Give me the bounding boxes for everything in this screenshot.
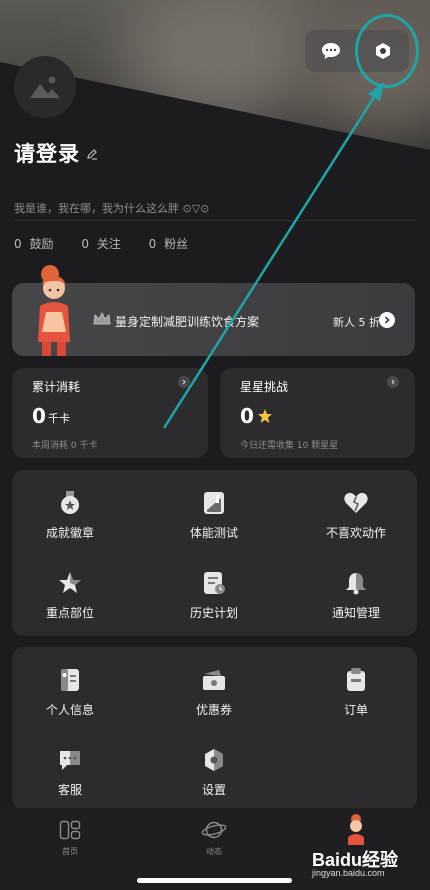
profile-card-icon [61, 669, 79, 691]
medal-icon [61, 491, 79, 514]
coupon-icon [203, 670, 225, 690]
planet-icon [201, 821, 227, 839]
home-icon [59, 820, 81, 840]
order-icon [347, 668, 365, 691]
calories-card[interactable]: 累计消耗 0 千卡 本周消耗 0 千卡 [12, 368, 208, 458]
chevron-right-icon [387, 376, 399, 388]
grid-item-history-plans[interactable]: 历史计划 [154, 568, 274, 621]
baidu-watermark: Baidu经验 jingyan.baidu.com [312, 846, 398, 878]
avatar[interactable] [14, 56, 76, 118]
stat-followers[interactable]: 0 粉丝 [149, 235, 192, 252]
grid-item-notifications[interactable]: 通知管理 [296, 568, 416, 621]
grid-item-label: 设置 [201, 783, 226, 797]
nav-home[interactable]: 首页 [40, 818, 100, 857]
card-title: 累计消耗 [32, 380, 81, 394]
stat-label: 粉丝 [164, 237, 189, 251]
star-challenge-card[interactable]: 星星挑战 0 今日还需收集 10 颗星星 [220, 368, 415, 458]
stat-label: 关注 [96, 237, 121, 251]
crown-icon [93, 312, 111, 325]
broken-heart-icon [344, 492, 368, 513]
grid-item-label: 成就徽章 [45, 526, 94, 540]
calories-footer: 本周消耗 0 千卡 [32, 441, 98, 451]
home-indicator [137, 878, 292, 883]
grid-item-label: 重点部位 [45, 606, 94, 620]
image-placeholder-icon [30, 76, 60, 98]
grid-item-label: 优惠券 [195, 703, 232, 717]
login-link[interactable]: 请登录 [14, 138, 80, 168]
grid-item-coupons[interactable]: 优惠券 [154, 665, 274, 718]
grid-item-disliked-moves[interactable]: 不喜欢动作 [296, 488, 416, 541]
chevron-right-icon[interactable] [379, 312, 395, 328]
watermark-url: jingyan.baidu.com [312, 868, 385, 878]
stat-following[interactable]: 0 关注 [81, 235, 124, 252]
grid-item-label: 不喜欢动作 [325, 526, 386, 540]
stat-count: 0 [148, 237, 157, 251]
chevron-right-icon [178, 376, 190, 388]
star-body-icon [59, 572, 81, 593]
calories-value: 0 [32, 404, 46, 428]
banner-text: 量身定制减肥训练饮食方案 [115, 315, 260, 329]
bio-text[interactable]: 我是谁，我在哪，我为什么这么胖 ⊙▽⊙ [14, 200, 209, 216]
account-panel: 个人信息 优惠券 订单 客服 设置 [12, 647, 417, 810]
banner-discount: 新人 5 折 [333, 316, 380, 329]
avatar-figure-icon [348, 814, 364, 845]
card-title: 星星挑战 [240, 380, 289, 394]
grid-item-label: 历史计划 [189, 606, 238, 620]
annotation-circle [355, 14, 419, 88]
star-icon [258, 409, 272, 423]
edit-pencil-icon[interactable] [86, 145, 98, 164]
follow-stats: 0 鼓励 0 关注 0 粉丝 [14, 235, 212, 252]
stat-count: 0 [81, 237, 89, 251]
cartoon-character-icon [38, 265, 70, 356]
grid-item-label: 订单 [343, 703, 368, 717]
grid-item-achievement[interactable]: 成就徽章 [10, 488, 130, 541]
settings-icon [205, 749, 223, 771]
bell-icon [346, 573, 366, 595]
divider [14, 220, 416, 221]
feature-panel: 成就徽章 体能测试 不喜欢动作 重点部位 历史计划 通知管理 [12, 470, 417, 636]
grid-item-customer-service[interactable]: 客服 [10, 745, 130, 798]
nav-feed[interactable]: 动态 [184, 818, 244, 857]
grid-item-label: 个人信息 [45, 703, 94, 717]
stars-value: 0 [240, 404, 254, 428]
chat-button[interactable] [305, 30, 357, 72]
grid-item-label: 通知管理 [331, 606, 380, 620]
calories-unit: 千卡 [48, 412, 70, 425]
grid-item-label: 客服 [57, 783, 82, 797]
nav-label: 首页 [62, 847, 78, 856]
grid-item-focus-areas[interactable]: 重点部位 [10, 568, 130, 621]
stars-footer: 今日还需收集 10 颗星星 [240, 441, 339, 451]
grid-item-label: 体能测试 [189, 526, 238, 540]
grid-item-fitness-test[interactable]: 体能测试 [154, 488, 274, 541]
stat-label: 鼓励 [29, 237, 54, 251]
grid-item-orders[interactable]: 订单 [296, 665, 416, 718]
nav-me[interactable] [326, 812, 386, 848]
stat-count: 0 [14, 237, 22, 251]
chat-bubble-icon [322, 43, 340, 59]
customer-service-icon [60, 751, 80, 770]
grid-item-personal-info[interactable]: 个人信息 [10, 665, 130, 718]
grid-item-settings[interactable]: 设置 [154, 745, 274, 798]
nav-label: 动态 [206, 847, 222, 856]
fitness-test-icon [204, 492, 224, 514]
stat-encourage[interactable]: 0 鼓励 [14, 235, 57, 252]
history-plan-icon [204, 572, 225, 594]
